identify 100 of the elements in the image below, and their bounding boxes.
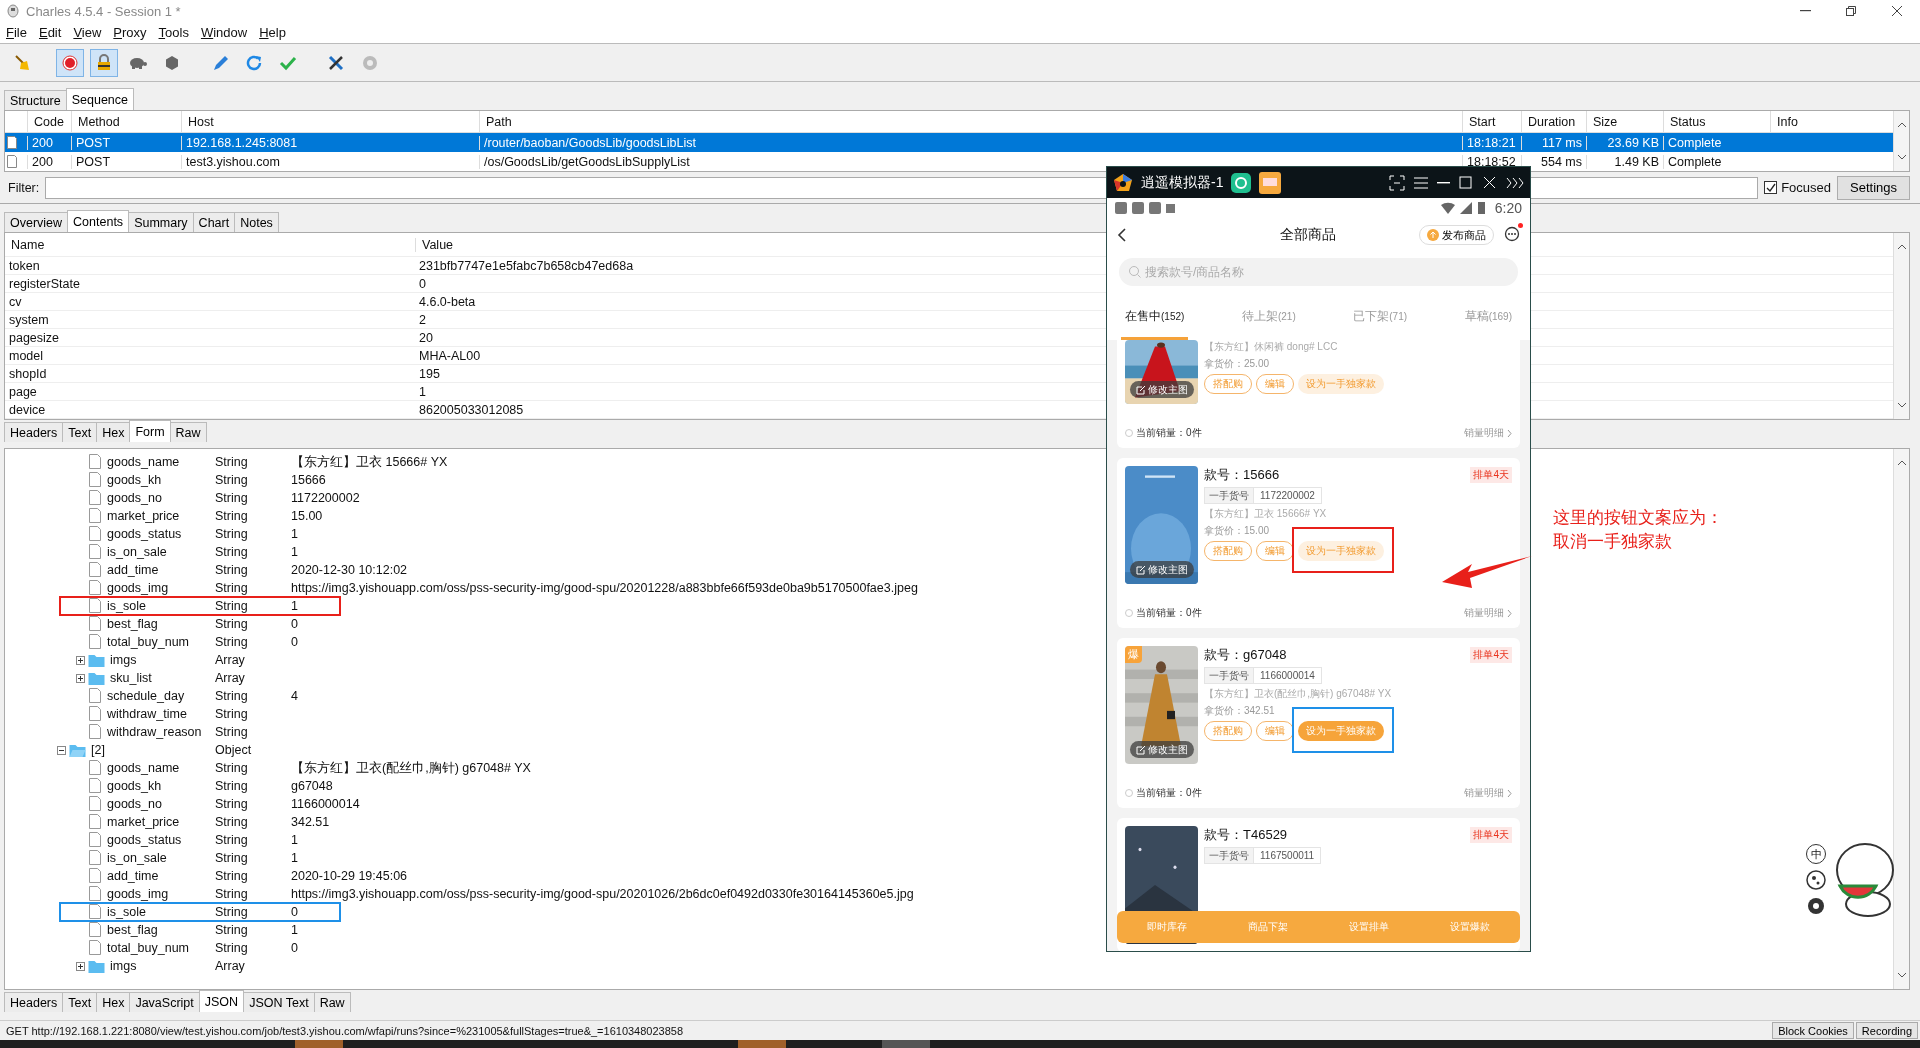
document-icon [88, 922, 102, 938]
menu-item[interactable]: Window [200, 25, 248, 40]
node-type: String [215, 491, 249, 505]
node-type: Array [215, 671, 246, 685]
menu-item[interactable]: File [6, 25, 27, 40]
node-name: goods_name [107, 761, 180, 775]
column-header[interactable]: Status [1663, 111, 1770, 132]
upload-icon [1427, 229, 1439, 241]
tab[interactable]: Text [62, 422, 98, 442]
column-header[interactable]: Start [1462, 111, 1521, 132]
tab[interactable]: JSON [198, 990, 245, 1012]
node-name: schedule_day [107, 689, 185, 703]
column-header[interactable]: Method [71, 111, 181, 132]
product-code: 款号：g67048 [1204, 646, 1287, 664]
status-button[interactable]: Block Cookies [1772, 1022, 1854, 1039]
node-name: add_time [107, 869, 159, 883]
request-row[interactable]: 200 POST 192.168.1.245:8081 /router/baoban/GoodsLib/goodsLibList 18:18:21 117 ms 23.69 KB Complete [5, 133, 1893, 152]
tab[interactable]: Raw [169, 422, 207, 442]
tab[interactable]: Raw [313, 992, 351, 1012]
expand-toggle[interactable] [76, 655, 85, 665]
sku-tag: 一手货号 1167500011 [1204, 847, 1322, 864]
tab[interactable]: Hex [96, 992, 131, 1012]
table-cell: 200 [27, 135, 71, 150]
tools-icon [327, 53, 345, 72]
tab[interactable]: JavaScript [129, 992, 200, 1012]
tab[interactable]: Headers [4, 992, 64, 1012]
search-icon [1128, 265, 1141, 278]
notification-icon [1149, 202, 1161, 214]
edit-image-button[interactable]: 修改主图 [1130, 561, 1194, 578]
expand-toggle[interactable] [76, 961, 85, 971]
menu-item[interactable]: Proxy [113, 25, 147, 40]
tab[interactable]: Chart [192, 212, 236, 232]
node-value: 1 [291, 545, 298, 559]
node-name: best_flag [107, 617, 158, 631]
tab[interactable]: Notes [234, 212, 279, 232]
plus-icon [78, 963, 83, 969]
menu-item[interactable]: Tools [158, 25, 189, 40]
tab[interactable]: Headers [4, 422, 64, 442]
tab[interactable]: Text [62, 992, 98, 1012]
tab[interactable]: Form [129, 420, 171, 442]
edit-image-button[interactable]: 修改主图 [1130, 381, 1194, 398]
toolbar-button[interactable] [90, 48, 118, 77]
scroll-up-icon [1896, 243, 1907, 251]
settings-button[interactable]: Settings [1837, 175, 1910, 200]
tab[interactable]: Hex [96, 422, 131, 442]
table-cell-text: model [8, 348, 44, 363]
node-type: String [215, 887, 249, 901]
maximize-icon [1458, 174, 1474, 191]
tab[interactable]: Overview [4, 212, 69, 232]
tab[interactable]: Summary [128, 212, 194, 232]
refresh-icon [245, 53, 263, 72]
menu-item[interactable]: Help [259, 25, 286, 40]
collapse-toggle[interactable] [57, 745, 66, 755]
table-cell-text: 20 [418, 330, 433, 345]
node-value: g67048 [291, 779, 333, 793]
schedule-badge: 排单4天 [1470, 647, 1512, 663]
document-icon [88, 616, 102, 632]
node-type: String [215, 509, 249, 523]
column-header[interactable]: Name [5, 237, 45, 252]
column-header[interactable]: Value [415, 237, 454, 252]
app-icon [6, 3, 20, 19]
close-icon [1890, 4, 1904, 18]
edit-image-button[interactable]: 修改主图 [1130, 741, 1194, 758]
tab[interactable]: Sequence [65, 88, 135, 110]
scroll-up-icon [1896, 459, 1907, 467]
status-button[interactable]: Recording [1855, 1022, 1918, 1039]
node-value: 4 [291, 689, 298, 703]
publish-button[interactable]: 发布商品 [1419, 225, 1494, 245]
menu-icon [1413, 174, 1429, 191]
node-name: market_price [107, 815, 180, 829]
column-header[interactable]: Path [479, 111, 1462, 132]
node-value: 342.51 [291, 815, 330, 829]
tab[interactable]: Structure [4, 90, 67, 110]
checkbox[interactable] [1764, 181, 1778, 194]
node-type: Array [215, 959, 246, 973]
node-type: String [215, 779, 249, 793]
search-field[interactable]: 搜索款号/商品名称 [1119, 258, 1518, 286]
column-header[interactable]: Duration [1521, 111, 1586, 132]
sales-count: 当前销量：0件 [1125, 606, 1202, 620]
page-title: 全部商品 [1279, 226, 1337, 244]
node-type: String [215, 563, 249, 577]
node-type: String [215, 635, 249, 649]
toolbar-button[interactable] [56, 48, 84, 77]
node-name: withdraw_reason [107, 725, 202, 739]
window-title: Charles 4.5.4 - Session 1 * [26, 3, 182, 19]
table-cell: 192.168.1.245:8081 [181, 135, 479, 150]
menu-item[interactable]: Edit [38, 25, 62, 40]
node-name: imgs [110, 653, 137, 667]
tab[interactable]: Contents [67, 210, 130, 232]
expand-toggle[interactable] [76, 673, 85, 683]
gear-icon [361, 53, 379, 72]
table-cell-text: system [8, 312, 49, 327]
tab[interactable]: JSON Text [243, 992, 315, 1012]
document-icon [88, 544, 102, 560]
node-type: String [215, 707, 249, 721]
node-value: 15666 [291, 473, 326, 487]
column-header[interactable]: Code [27, 111, 71, 132]
column-header[interactable]: Size [1586, 111, 1663, 132]
column-header[interactable]: Host [181, 111, 479, 132]
menu-item[interactable]: View [73, 25, 102, 40]
